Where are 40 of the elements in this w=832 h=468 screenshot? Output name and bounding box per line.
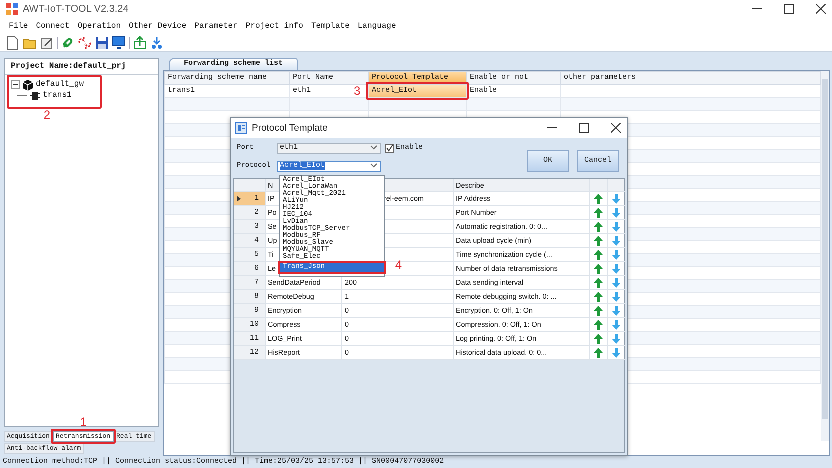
project-title: Project Name:default_prj [5,59,158,75]
dialog-title: Protocol Template [252,122,328,134]
link-icon[interactable] [61,36,75,50]
menu-item[interactable]: Project info [246,22,304,30]
close-icon[interactable] [816,4,826,14]
monitor-icon[interactable] [112,36,126,50]
enable-checkbox[interactable] [385,144,394,152]
maximize-icon[interactable] [784,4,794,14]
edit-icon[interactable] [40,36,54,50]
highlight-frame [50,429,116,444]
new-file-icon[interactable] [6,36,20,50]
form-icon [235,122,247,134]
row-pointer-icon [237,196,241,202]
menu-item[interactable]: Parameter [194,22,238,30]
tree-item[interactable]: trans1 [43,91,72,100]
save-icon[interactable] [95,36,109,50]
collapse-icon[interactable] [11,80,20,89]
menu-item[interactable]: Other Device [129,22,187,30]
menu-item[interactable]: Language [358,22,396,30]
annotation-number: 1 [80,416,87,428]
cube-icon [22,78,34,90]
annotation-number: 4 [395,259,402,271]
menu-item[interactable]: File [9,22,28,30]
upload-icon[interactable] [133,36,147,50]
annotation-number: 3 [354,85,361,97]
menu-item[interactable]: Operation [78,22,122,30]
annotation-number: 2 [44,109,51,121]
tree-item[interactable]: default_gw [36,80,84,89]
window-title: AWT-IoT-TOOL V2.3.24 [23,4,129,14]
maximize-icon[interactable] [579,123,589,133]
menu-item[interactable]: Connect [36,22,70,30]
app-icon [6,3,18,15]
menu-item[interactable]: Template [311,22,350,30]
checkmark-icon [386,144,394,152]
chevron-icon [370,163,378,169]
unlink-icon[interactable] [78,36,92,50]
close-icon[interactable] [611,123,621,133]
plug-icon [29,90,41,102]
download-icon[interactable] [150,36,164,50]
chevron-icon [370,145,378,151]
